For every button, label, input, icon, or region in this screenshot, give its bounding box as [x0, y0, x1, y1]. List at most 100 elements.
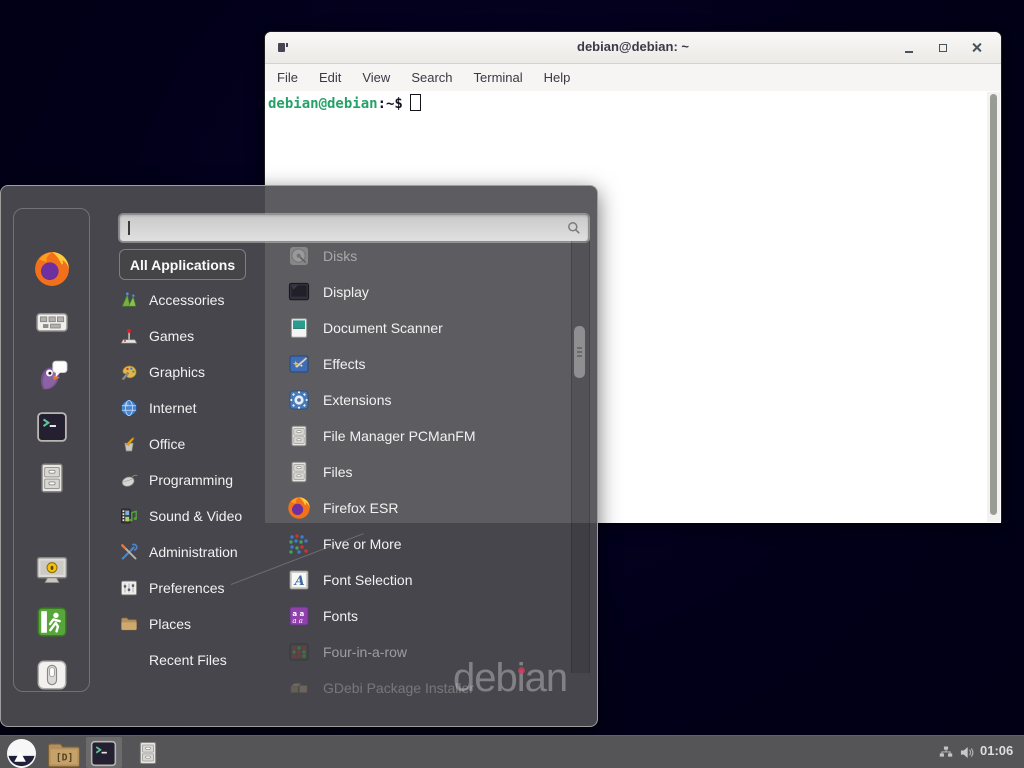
favorite-firefox-icon[interactable]	[33, 250, 71, 288]
favorite-terminal-icon[interactable]	[35, 410, 69, 444]
maximize-icon[interactable]	[929, 32, 957, 63]
category-office[interactable]: Office	[119, 426, 285, 462]
programming-icon	[119, 470, 139, 490]
terminal-cursor	[410, 94, 421, 111]
category-label: Accessories	[149, 292, 224, 308]
app-label: Files	[323, 464, 353, 480]
category-preferences[interactable]: Preferences	[119, 570, 285, 606]
close-icon[interactable]	[963, 32, 991, 63]
accessories-icon	[119, 290, 139, 310]
category-recent-files[interactable]: Recent Files	[119, 642, 285, 678]
document-scanner-icon	[287, 316, 311, 340]
category-label: Office	[149, 436, 185, 452]
font-selection-icon: A	[287, 568, 311, 592]
category-list: Accessories Games Graphics Internet Office Pr…	[119, 282, 285, 678]
app-effects[interactable]: Effects	[287, 346, 573, 382]
desktop: debian@debian: ~ File Edit View Search Termi…	[0, 0, 1024, 768]
app-label: Disks	[323, 248, 357, 264]
terminal-menu-edit[interactable]: Edit	[318, 68, 342, 87]
terminal-scrollbar[interactable]	[987, 92, 1000, 522]
app-five-or-more[interactable]: Five or More	[287, 526, 573, 562]
terminal-menu-file[interactable]: File	[276, 68, 299, 87]
app-label: Firefox ESR	[323, 500, 398, 516]
category-label: Internet	[149, 400, 196, 416]
terminal-scrollbar-thumb[interactable]	[990, 94, 997, 515]
taskbar-menu-icon[interactable]	[6, 738, 37, 768]
app-label: Fonts	[323, 608, 358, 624]
taskbar-file-manager-d-icon[interactable]: [D]	[46, 740, 82, 768]
category-label: Games	[149, 328, 194, 344]
category-label: Preferences	[149, 580, 224, 596]
app-label: Document Scanner	[323, 320, 443, 336]
app-label: GDebi Package Installer	[323, 680, 474, 696]
all-applications-button[interactable]: All Applications	[119, 249, 246, 280]
app-four-in-a-row[interactable]: Four-in-a-row	[287, 634, 573, 670]
prompt-path: :~$	[378, 96, 403, 112]
app-fonts[interactable]: a aa a Fonts	[287, 598, 573, 634]
five-or-more-icon	[287, 532, 311, 556]
app-file-manager-pcmanfm[interactable]: File Manager PCManFM	[287, 418, 573, 454]
category-games[interactable]: Games	[119, 318, 285, 354]
favorite-file-manager-icon[interactable]	[35, 461, 69, 495]
app-extensions[interactable]: Extensions	[287, 382, 573, 418]
category-administration[interactable]: Administration	[119, 534, 285, 570]
volume-icon[interactable]	[959, 745, 976, 760]
terminal-menu-search[interactable]: Search	[410, 68, 453, 87]
sound-video-icon	[119, 506, 139, 526]
category-places[interactable]: Places	[119, 606, 285, 642]
administration-icon	[119, 542, 139, 562]
category-label: Graphics	[149, 364, 205, 380]
taskbar-terminal-icon[interactable]	[88, 739, 119, 768]
category-label: Programming	[149, 472, 233, 488]
file-cabinet-icon	[287, 460, 311, 484]
text-caret	[128, 221, 130, 235]
menu-scrollbar[interactable]	[571, 241, 590, 673]
app-gdebi-package-installer[interactable]: GDebi Package Installer	[287, 670, 573, 706]
category-accessories[interactable]: Accessories	[119, 282, 285, 318]
taskbar-files-icon[interactable]	[135, 739, 161, 767]
category-sound-video[interactable]: Sound & Video	[119, 498, 285, 534]
prompt-user-host: debian@debian	[268, 96, 378, 112]
shut-down-icon[interactable]	[35, 658, 69, 692]
application-menu: All Applications Accessories Games Graphic…	[0, 185, 598, 727]
application-list: Disks Display Document Scanner Effects Exten…	[287, 238, 573, 706]
app-files[interactable]: Files	[287, 454, 573, 490]
svg-text:[D]: [D]	[56, 753, 74, 764]
menu-scrollbar-thumb[interactable]	[574, 326, 585, 378]
category-label: Sound & Video	[149, 508, 242, 524]
favorite-pidgin-icon[interactable]	[34, 357, 70, 393]
extensions-icon	[287, 388, 311, 412]
clock: 01:06	[980, 743, 1013, 758]
minimize-icon[interactable]	[895, 32, 923, 63]
category-programming[interactable]: Programming	[119, 462, 285, 498]
app-document-scanner[interactable]: Document Scanner	[287, 310, 573, 346]
app-label: Four-in-a-row	[323, 644, 407, 660]
graphics-icon	[119, 362, 139, 382]
svg-text:A: A	[293, 574, 305, 589]
log-out-icon[interactable]	[35, 605, 69, 639]
display-icon	[287, 280, 311, 304]
terminal-menu-view[interactable]: View	[361, 68, 391, 87]
search-icon	[566, 220, 582, 236]
app-label: Display	[323, 284, 369, 300]
category-graphics[interactable]: Graphics	[119, 354, 285, 390]
network-icon[interactable]	[938, 745, 954, 760]
favorite-keyboard-icon[interactable]	[34, 304, 70, 340]
app-display[interactable]: Display	[287, 274, 573, 310]
terminal-menu-help[interactable]: Help	[543, 68, 572, 87]
lock-screen-icon[interactable]	[34, 552, 70, 588]
app-label: Effects	[323, 356, 366, 372]
places-icon	[119, 614, 139, 634]
disks-icon	[287, 244, 311, 268]
app-label: Font Selection	[323, 572, 413, 588]
favorites-rail	[13, 208, 90, 692]
app-disks[interactable]: Disks	[287, 238, 573, 274]
category-internet[interactable]: Internet	[119, 390, 285, 426]
office-icon	[119, 434, 139, 454]
terminal-titlebar[interactable]: debian@debian: ~	[265, 32, 1001, 64]
app-font-selection[interactable]: A Font Selection	[287, 562, 573, 598]
terminal-menu-terminal[interactable]: Terminal	[473, 68, 524, 87]
internet-icon	[119, 398, 139, 418]
app-firefox-esr[interactable]: Firefox ESR	[287, 490, 573, 526]
fonts-icon: a aa a	[287, 604, 311, 628]
